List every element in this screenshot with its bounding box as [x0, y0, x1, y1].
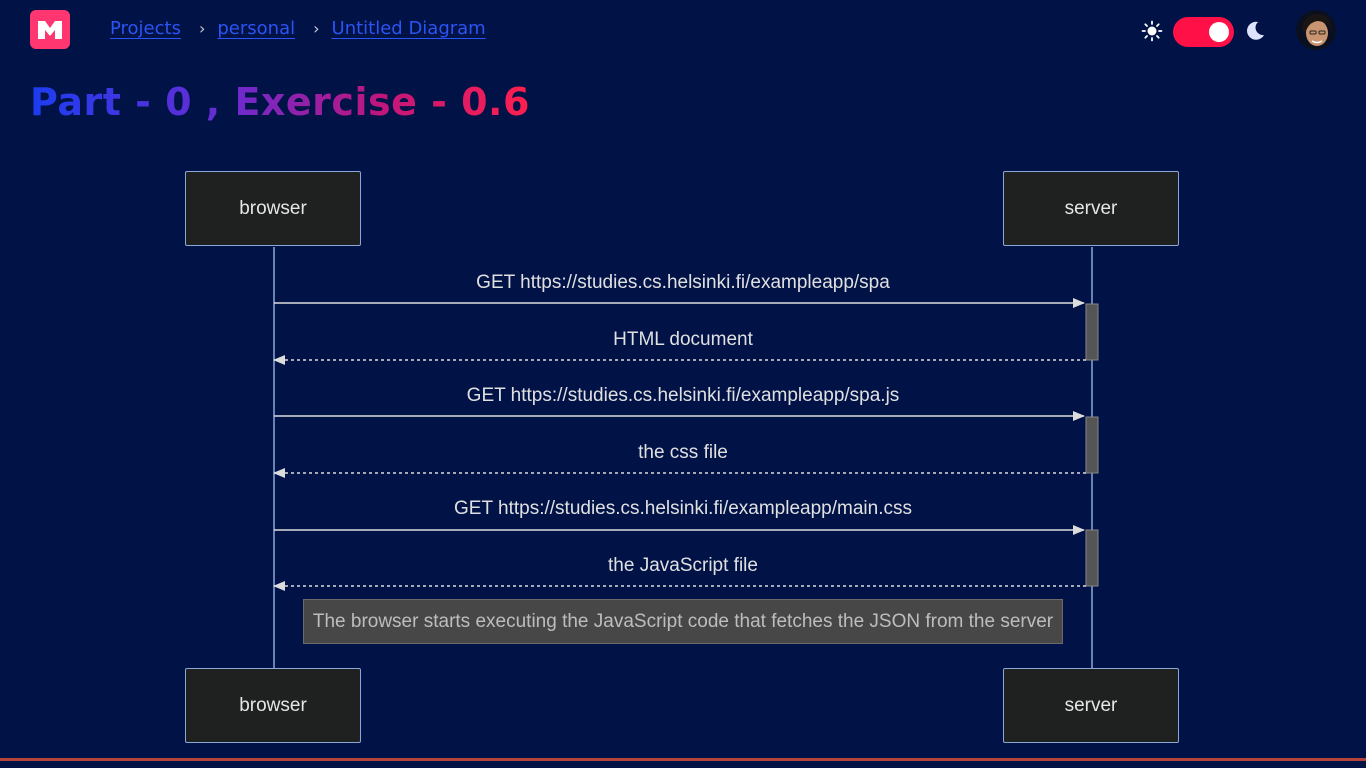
footer-divider: [0, 758, 1366, 761]
message-label: GET https://studies.cs.helsinki.fi/examp…: [476, 272, 890, 293]
message-label: the css file: [638, 442, 728, 463]
participant-server-footer: server: [1003, 668, 1179, 743]
diagram-note: The browser starts executing the JavaScr…: [303, 599, 1063, 644]
message-label: GET https://studies.cs.helsinki.fi/examp…: [466, 385, 900, 406]
message-label: HTML document: [613, 329, 753, 350]
message-label: the JavaScript file: [608, 555, 758, 576]
diagram-lines: [273, 247, 1099, 668]
app-root: Projects › personal › Untitled Diagram P…: [0, 0, 1366, 768]
message-label: GET https://studies.cs.helsinki.fi/examp…: [454, 498, 912, 519]
participant-browser-footer: browser: [185, 668, 361, 743]
participant-server: server: [1003, 171, 1179, 246]
sequence-diagram: browser server GET https://studies.cs.he…: [0, 0, 1366, 768]
participant-browser: browser: [185, 171, 361, 246]
